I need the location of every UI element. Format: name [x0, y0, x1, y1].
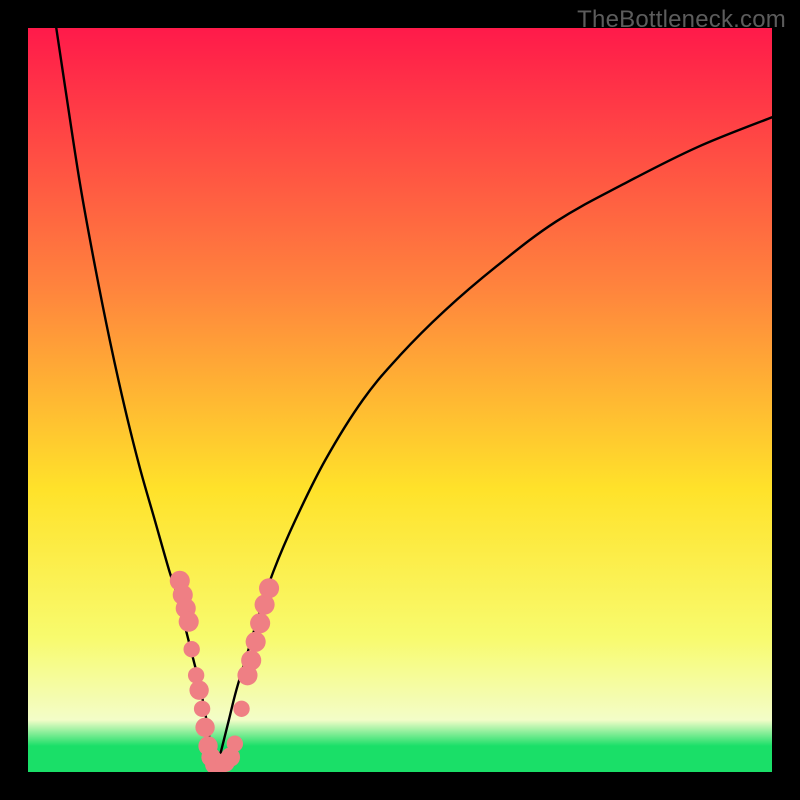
data-marker [179, 612, 199, 632]
data-marker [233, 701, 249, 717]
data-marker [189, 680, 208, 699]
data-marker [227, 736, 243, 752]
bottleneck-curve [28, 28, 772, 772]
data-marker [195, 718, 214, 737]
data-marker [194, 701, 210, 717]
curve-left-branch [56, 28, 215, 772]
chart-frame: TheBottleneck.com [0, 0, 800, 800]
data-marker [250, 613, 270, 633]
watermark-label: TheBottleneck.com [577, 6, 786, 34]
curve-right-branch [215, 117, 772, 772]
plot-area [28, 28, 772, 772]
data-marker [246, 632, 266, 652]
data-marker [183, 641, 199, 657]
data-marker [259, 578, 279, 598]
data-marker [241, 650, 261, 670]
